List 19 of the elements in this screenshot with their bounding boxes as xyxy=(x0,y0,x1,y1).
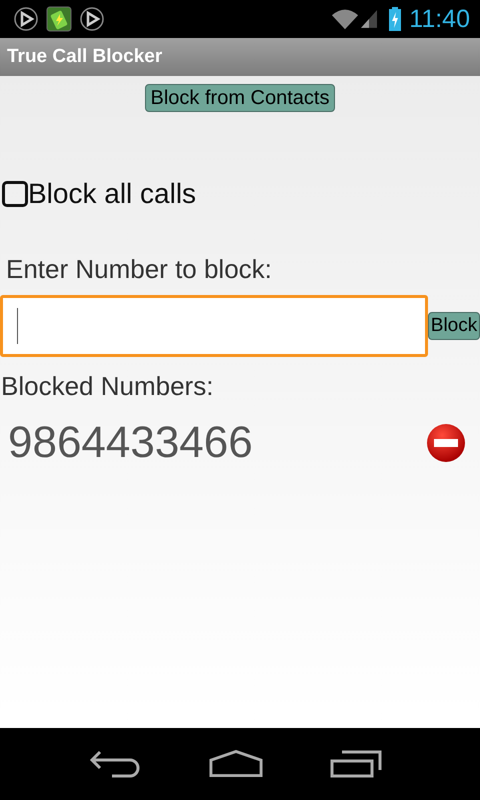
home-icon[interactable] xyxy=(209,750,263,778)
checkbox[interactable] xyxy=(2,181,28,207)
recent-apps-icon[interactable] xyxy=(329,750,383,778)
blocked-number: 9864433466 xyxy=(8,418,253,468)
battery-charging-icon xyxy=(389,7,402,31)
block-from-contacts-button[interactable]: Block from Contacts xyxy=(145,84,335,112)
window-title: True Call Blocker xyxy=(7,46,162,68)
play-icon xyxy=(14,7,38,31)
signal-icon xyxy=(361,9,378,29)
remove-icon[interactable] xyxy=(426,423,466,463)
wifi-icon xyxy=(331,8,360,30)
field-label: Enter Number to block: xyxy=(5,254,273,285)
block-button[interactable]: Block xyxy=(428,312,480,340)
clock-time: 11:40 xyxy=(409,4,470,34)
section-heading: Blocked Numbers: xyxy=(0,371,214,402)
battery-app-icon xyxy=(46,6,72,32)
number-input-field[interactable] xyxy=(0,295,428,357)
play-icon xyxy=(80,7,104,31)
checkbox-label: Block all calls xyxy=(28,178,196,210)
